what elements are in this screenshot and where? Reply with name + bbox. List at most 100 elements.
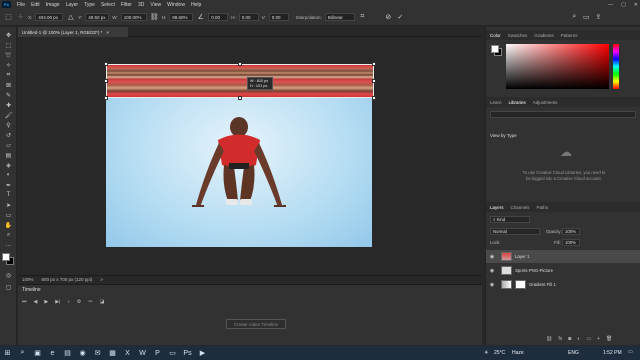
color-picker-field[interactable] xyxy=(506,44,609,89)
menu-view[interactable]: View xyxy=(147,2,164,8)
menu-help[interactable]: Help xyxy=(188,2,204,8)
transform-handle-bottom-left[interactable] xyxy=(104,96,108,100)
healing-brush-tool-icon[interactable]: ✚ xyxy=(4,101,13,109)
visibility-eye-icon[interactable]: ◉ xyxy=(486,268,498,274)
commit-transform-icon[interactable]: ✓ xyxy=(396,13,405,22)
media-icon[interactable]: ▶ xyxy=(197,348,208,359)
menu-type[interactable]: Type xyxy=(81,2,98,8)
tab-learn[interactable]: Learn xyxy=(490,100,502,105)
word-icon[interactable]: W xyxy=(137,348,148,359)
gradient-tool-icon[interactable]: ▤ xyxy=(4,151,13,159)
y-field[interactable]: 49.50 px xyxy=(85,13,110,21)
layer-row-sports-png[interactable]: ◉ Sports-PNG-Picture xyxy=(486,264,640,277)
visibility-eye-icon[interactable]: ◉ xyxy=(486,254,498,260)
adjustment-icon[interactable]: ◐ xyxy=(577,336,580,342)
hand-tool-icon[interactable]: ✋ xyxy=(4,221,13,229)
workspace-icon[interactable]: ▭ xyxy=(582,13,591,22)
create-video-timeline-button[interactable]: Create Video Timeline xyxy=(226,319,286,329)
audio-icon[interactable]: ♪ xyxy=(67,299,70,305)
layer-name[interactable]: Gradient Fill 1 xyxy=(529,282,556,287)
search-icon[interactable]: ⌕ xyxy=(17,348,28,359)
tab-layers[interactable]: Layers xyxy=(490,205,504,210)
task-view-icon[interactable]: ▣ xyxy=(32,348,43,359)
share-icon[interactable]: ⇪ xyxy=(594,13,603,22)
zoom-tool-icon[interactable]: ⌕ xyxy=(4,231,13,239)
more-tools-icon[interactable]: … xyxy=(4,241,13,249)
menu-select[interactable]: Select xyxy=(98,2,118,8)
visibility-eye-icon[interactable]: ◉ xyxy=(486,282,498,288)
transform-bounding-box[interactable] xyxy=(104,62,376,100)
blend-mode-select[interactable]: Normal xyxy=(490,228,540,235)
language-indicator[interactable]: ENG xyxy=(568,350,579,356)
settings-icon[interactable]: ⚙ xyxy=(77,299,81,305)
quick-mask-icon[interactable]: ◎ xyxy=(4,271,13,279)
tab-gradients[interactable]: Gradients xyxy=(534,33,554,38)
tab-patterns[interactable]: Patterns xyxy=(561,33,578,38)
menu-edit[interactable]: Edit xyxy=(28,2,43,8)
close-window-button[interactable]: ✕ xyxy=(634,2,638,8)
magic-wand-tool-icon[interactable]: ✧ xyxy=(4,61,13,69)
folder-icon[interactable]: ▭ xyxy=(167,348,178,359)
v-skew-field[interactable]: 0.00 xyxy=(268,13,289,21)
layer-name[interactable]: Layer 1 xyxy=(515,254,529,259)
search-icon[interactable]: ⌕ xyxy=(570,13,579,22)
first-frame-icon[interactable]: ⏮ xyxy=(22,299,27,305)
pen-tool-icon[interactable]: ✒ xyxy=(4,181,13,189)
weather-text[interactable]: Haze xyxy=(512,350,524,356)
tab-paths[interactable]: Paths xyxy=(537,205,549,210)
mask-icon[interactable]: ◙ xyxy=(568,336,571,342)
blur-tool-icon[interactable]: ◈ xyxy=(4,161,13,169)
rectangle-tool-icon[interactable]: ▭ xyxy=(4,211,13,219)
menu-file[interactable]: File xyxy=(14,2,28,8)
opacity-field[interactable]: 100% xyxy=(562,228,580,235)
crop-tool-icon[interactable]: ⌗ xyxy=(4,71,13,79)
transform-handle-left[interactable] xyxy=(104,79,108,83)
photoshop-taskbar-icon[interactable]: Ps xyxy=(182,348,193,359)
edge-icon[interactable]: e xyxy=(47,348,58,359)
transform-handle-bottom-right[interactable] xyxy=(372,96,376,100)
eyedropper-tool-icon[interactable]: ✎ xyxy=(4,91,13,99)
chrome-icon[interactable]: ◉ xyxy=(77,348,88,359)
reference-point-icon[interactable]: ⁘ xyxy=(16,13,25,22)
store-icon[interactable]: ▦ xyxy=(107,348,118,359)
group-icon[interactable]: ▭ xyxy=(586,336,591,342)
menu-3d[interactable]: 3D xyxy=(135,2,147,8)
view-by-type-select[interactable]: View by Type xyxy=(490,133,517,138)
transform-tool-icon[interactable]: ⬚ xyxy=(4,13,13,22)
weather-temp[interactable]: 25°C xyxy=(494,350,505,356)
tab-channels[interactable]: Channels xyxy=(511,205,530,210)
dodge-tool-icon[interactable]: ◐ xyxy=(4,171,13,179)
interpolation-select[interactable]: Bilinear xyxy=(324,13,355,21)
eraser-tool-icon[interactable]: ▱ xyxy=(4,141,13,149)
transform-handle-top-right[interactable] xyxy=(372,62,376,66)
maximize-button[interactable]: ▢ xyxy=(621,2,626,8)
cancel-transform-icon[interactable]: ⊘ xyxy=(384,13,393,22)
mail-icon[interactable]: ✉ xyxy=(92,348,103,359)
tab-color[interactable]: Color xyxy=(490,33,501,38)
transform-handle-bottom[interactable] xyxy=(238,96,242,100)
next-frame-icon[interactable]: ▶| xyxy=(55,299,60,305)
lasso-tool-icon[interactable]: ➰ xyxy=(4,51,13,59)
libraries-search[interactable] xyxy=(490,111,636,118)
type-tool-icon[interactable]: T xyxy=(4,191,13,199)
x-field[interactable]: 404.00 px xyxy=(35,13,64,21)
path-selection-tool-icon[interactable]: ➤ xyxy=(4,201,13,209)
hue-slider[interactable] xyxy=(613,44,619,89)
layer-row-gradient-fill[interactable]: ◉ Gradient Fill 1 xyxy=(486,278,640,291)
prev-frame-icon[interactable]: ◀ xyxy=(34,299,38,305)
clone-stamp-tool-icon[interactable]: ⚲ xyxy=(4,121,13,129)
menu-layer[interactable]: Layer xyxy=(63,2,82,8)
h-skew-field[interactable]: 0.00 xyxy=(238,13,259,21)
link-layers-icon[interactable]: ⛓ xyxy=(546,336,552,342)
transform-handle-top[interactable] xyxy=(238,62,242,66)
split-icon[interactable]: ✂ xyxy=(88,299,92,305)
transform-handle-top-left[interactable] xyxy=(104,62,108,66)
tab-libraries[interactable]: Libraries xyxy=(509,100,526,105)
fx-icon[interactable]: fx xyxy=(558,336,562,342)
powerpoint-icon[interactable]: P xyxy=(152,348,163,359)
move-tool-icon[interactable]: ✥ xyxy=(4,31,13,39)
frame-tool-icon[interactable]: ⊠ xyxy=(4,81,13,89)
angle-field[interactable]: 0.00 xyxy=(208,13,229,21)
layer-name[interactable]: Sports-PNG-Picture xyxy=(515,268,553,273)
document-tab[interactable]: Untitled-1 @ 100% (Layer 1, RGB/32*) * × xyxy=(18,27,128,37)
